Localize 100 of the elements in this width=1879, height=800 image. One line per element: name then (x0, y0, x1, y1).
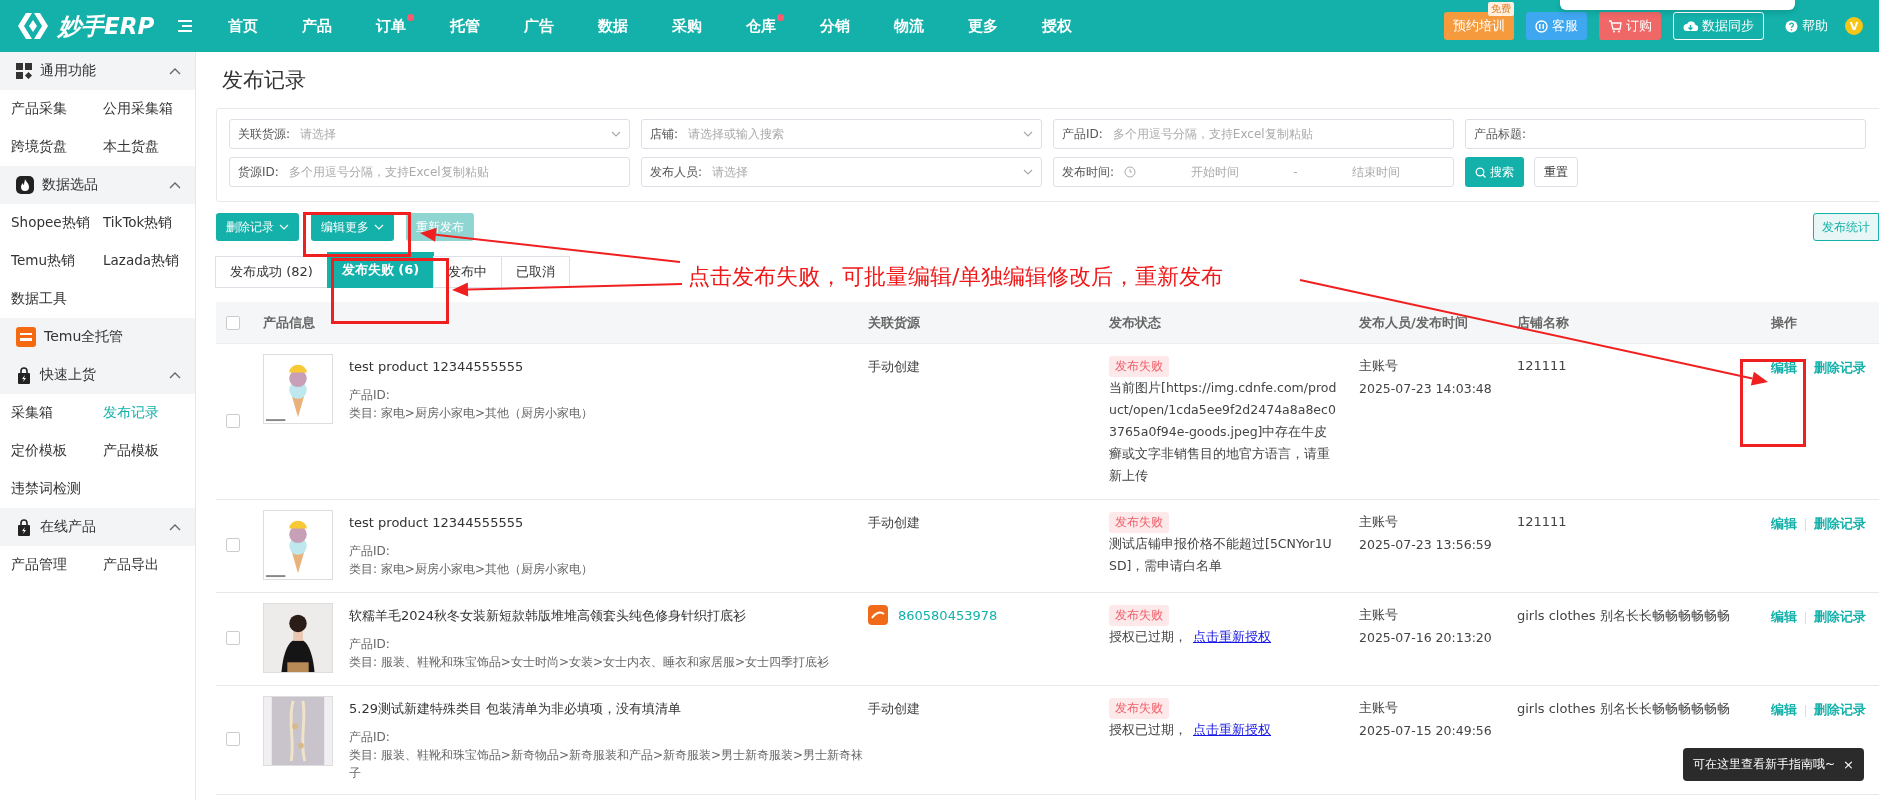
section-title: Temu全托管 (44, 328, 125, 346)
product-title: 5.29测试新建特殊类目 包装清单为非必填项，没有填清单 (349, 700, 683, 718)
caret-icon (611, 131, 621, 137)
sidebar-item[interactable]: 产品模板 (103, 432, 203, 470)
column-header: 操作 (1770, 313, 1798, 332)
product-id: 产品ID: (349, 636, 391, 653)
sidebar-item[interactable]: Lazada热销 (103, 242, 203, 280)
reset-button[interactable]: 重置 (1534, 157, 1578, 187)
source-text: 手动创建 (868, 514, 921, 532)
publisher: 主账号 (1359, 358, 1399, 375)
column-header: 发布人员/发布时间 (1359, 313, 1469, 332)
select-field[interactable]: 店铺: 请选择或输入搜索 (641, 119, 1042, 149)
row-checkbox[interactable] (226, 413, 240, 428)
input-field[interactable]: 货源ID: 多个用逗号分隔，支持Excel复制粘贴 (229, 157, 630, 187)
row-checkbox[interactable] (226, 538, 240, 552)
shopping-bag-icon (16, 518, 32, 536)
shopping-bag-icon (16, 366, 32, 384)
sidebar-section-header[interactable]: Temu全托管 (0, 318, 195, 356)
close-button[interactable]: × (1843, 757, 1854, 772)
chevron-up-icon[interactable] (169, 371, 181, 379)
error-message: 测试店铺申报价格不能超过[5CNYor1USD]，需申请白名单 (1109, 535, 1333, 575)
status-tag: 发布失败 (1109, 605, 1169, 626)
sidebar-item[interactable]: Temu热销 (11, 242, 103, 280)
cloud-download-icon (1683, 20, 1698, 32)
section-title: 快速上货 (40, 366, 97, 384)
product-title: test product 12344555555 (349, 514, 525, 532)
row-checkbox[interactable] (226, 732, 240, 746)
sidebar-item[interactable]: 跨境货盘 (11, 128, 103, 166)
status-tab[interactable]: 已取消 (501, 256, 571, 288)
status-tag: 发布失败 (1109, 698, 1169, 719)
error-message: 授权已过期， 点击重新授权 (1109, 628, 1272, 646)
fire-icon (16, 176, 34, 194)
product-title: 软糯羊毛2024秋冬女装新短款韩版堆堆高领套头纯色修身针织打底衫 (349, 607, 748, 625)
sidebar-item[interactable]: 公用采集箱 (103, 90, 203, 128)
publisher: 主账号 (1359, 607, 1399, 624)
sidebar-item[interactable]: 采集箱 (11, 394, 103, 432)
cart-icon (1608, 19, 1622, 33)
date-range-field[interactable]: 发布时间: 开始时间 - 结束时间 (1053, 157, 1454, 187)
publish-time: 2025-07-23 14:03:48 (1359, 381, 1493, 396)
store-name: girls clothes 别名长长畅畅畅畅畅畅 (1517, 607, 1731, 625)
select-field[interactable]: 发布人员: 请选择 (641, 157, 1042, 187)
sidebar-section-header[interactable]: 在线产品 (0, 508, 195, 546)
sidebar-item[interactable]: 定价模板 (11, 432, 103, 470)
search-icon (1475, 166, 1486, 178)
sidebar-section-header[interactable]: 通用功能 (0, 52, 195, 90)
sidebar-item[interactable]: 产品采集 (11, 90, 103, 128)
caret-icon (1023, 169, 1033, 175)
sidebar-item[interactable]: 本土货盘 (103, 128, 203, 166)
chevron-up-icon[interactable] (169, 523, 181, 531)
column-header: 产品信息 (262, 313, 316, 332)
sidebar-item[interactable]: 产品管理 (11, 546, 103, 584)
product-category: 类目: 服装、鞋靴和珠宝饰品>女士时尚>女装>女士内衣、睡衣和家居服>女士四季打底衫 (349, 654, 830, 671)
sidebar-item[interactable]: Shopee热销 (11, 204, 103, 242)
sidebar-item[interactable]: 产品导出 (103, 546, 203, 584)
product-category: 类目: 服装、鞋靴和珠宝饰品>新奇物品>新奇服装和产品>新奇服装>男士新奇服装>男士新奇袜子 (349, 747, 865, 782)
sidebar-section-header[interactable]: 快速上货 (0, 356, 195, 394)
product-id: 产品ID: (349, 387, 391, 404)
publish-time: 2025-07-15 20:49:56 (1359, 723, 1493, 738)
reauthorize-link[interactable]: 点击重新授权 (1193, 629, 1271, 644)
product-category: 类目: 家电>厨房小家电>其他（厨房小家电） (349, 405, 593, 422)
select-field[interactable]: 关联货源: 请选择 (229, 119, 630, 149)
column-header: 店铺名称 (1517, 313, 1570, 332)
tooltip-text: 可在这里查看新手指南哦~ (1693, 756, 1836, 773)
input-field[interactable]: 产品ID: 多个用逗号分隔，支持Excel复制粘贴 (1053, 119, 1454, 149)
sidebar-section-header[interactable]: 数据选品 (0, 166, 195, 204)
caret-icon (374, 224, 384, 230)
status-tab[interactable]: 发布中 (433, 256, 503, 288)
reauthorize-link[interactable]: 点击重新授权 (1193, 722, 1271, 737)
store-name: girls clothes 别名长长畅畅畅畅畅畅 (1517, 700, 1731, 718)
section-title: 数据选品 (42, 176, 99, 194)
publisher: 主账号 (1359, 700, 1399, 717)
menu-icon[interactable] (178, 20, 193, 32)
status-tab[interactable]: 发布成功 (82) (215, 256, 328, 288)
status-tag: 发布失败 (1109, 356, 1169, 377)
temu-logo-icon (16, 327, 36, 347)
row-checkbox[interactable] (226, 631, 240, 645)
product-id: 产品ID: (349, 729, 391, 746)
chevron-up-icon[interactable] (169, 181, 181, 189)
sidebar-item[interactable]: 数据工具 (11, 280, 103, 318)
publisher: 主账号 (1359, 514, 1399, 531)
product-id: 产品ID: (349, 543, 391, 560)
source-text: 手动创建 (868, 358, 921, 376)
store-name: 121111 (1517, 513, 1568, 529)
help-icon (1785, 19, 1798, 33)
section-title: 在线产品 (40, 518, 97, 536)
caret-icon (1023, 131, 1033, 137)
source-text: 手动创建 (868, 700, 921, 718)
publish-time: 2025-07-23 13:56:59 (1359, 537, 1493, 552)
product-title: test product 12344555555 (349, 358, 525, 376)
sidebar-item[interactable]: 违禁词检测 (11, 470, 103, 508)
page-title: 发布记录 (221, 67, 307, 94)
store-name: 121111 (1517, 357, 1568, 373)
chevron-up-icon[interactable] (169, 67, 181, 75)
sidebar-item[interactable]: TikTok热销 (103, 204, 203, 242)
store-logo-icon (868, 605, 888, 625)
input-field[interactable]: 产品标题: (1465, 119, 1866, 149)
logo-icon (16, 11, 50, 41)
select-all-checkbox[interactable] (226, 315, 240, 330)
column-header: 关联货源 (868, 313, 921, 332)
status-tag: 发布失败 (1109, 512, 1169, 533)
